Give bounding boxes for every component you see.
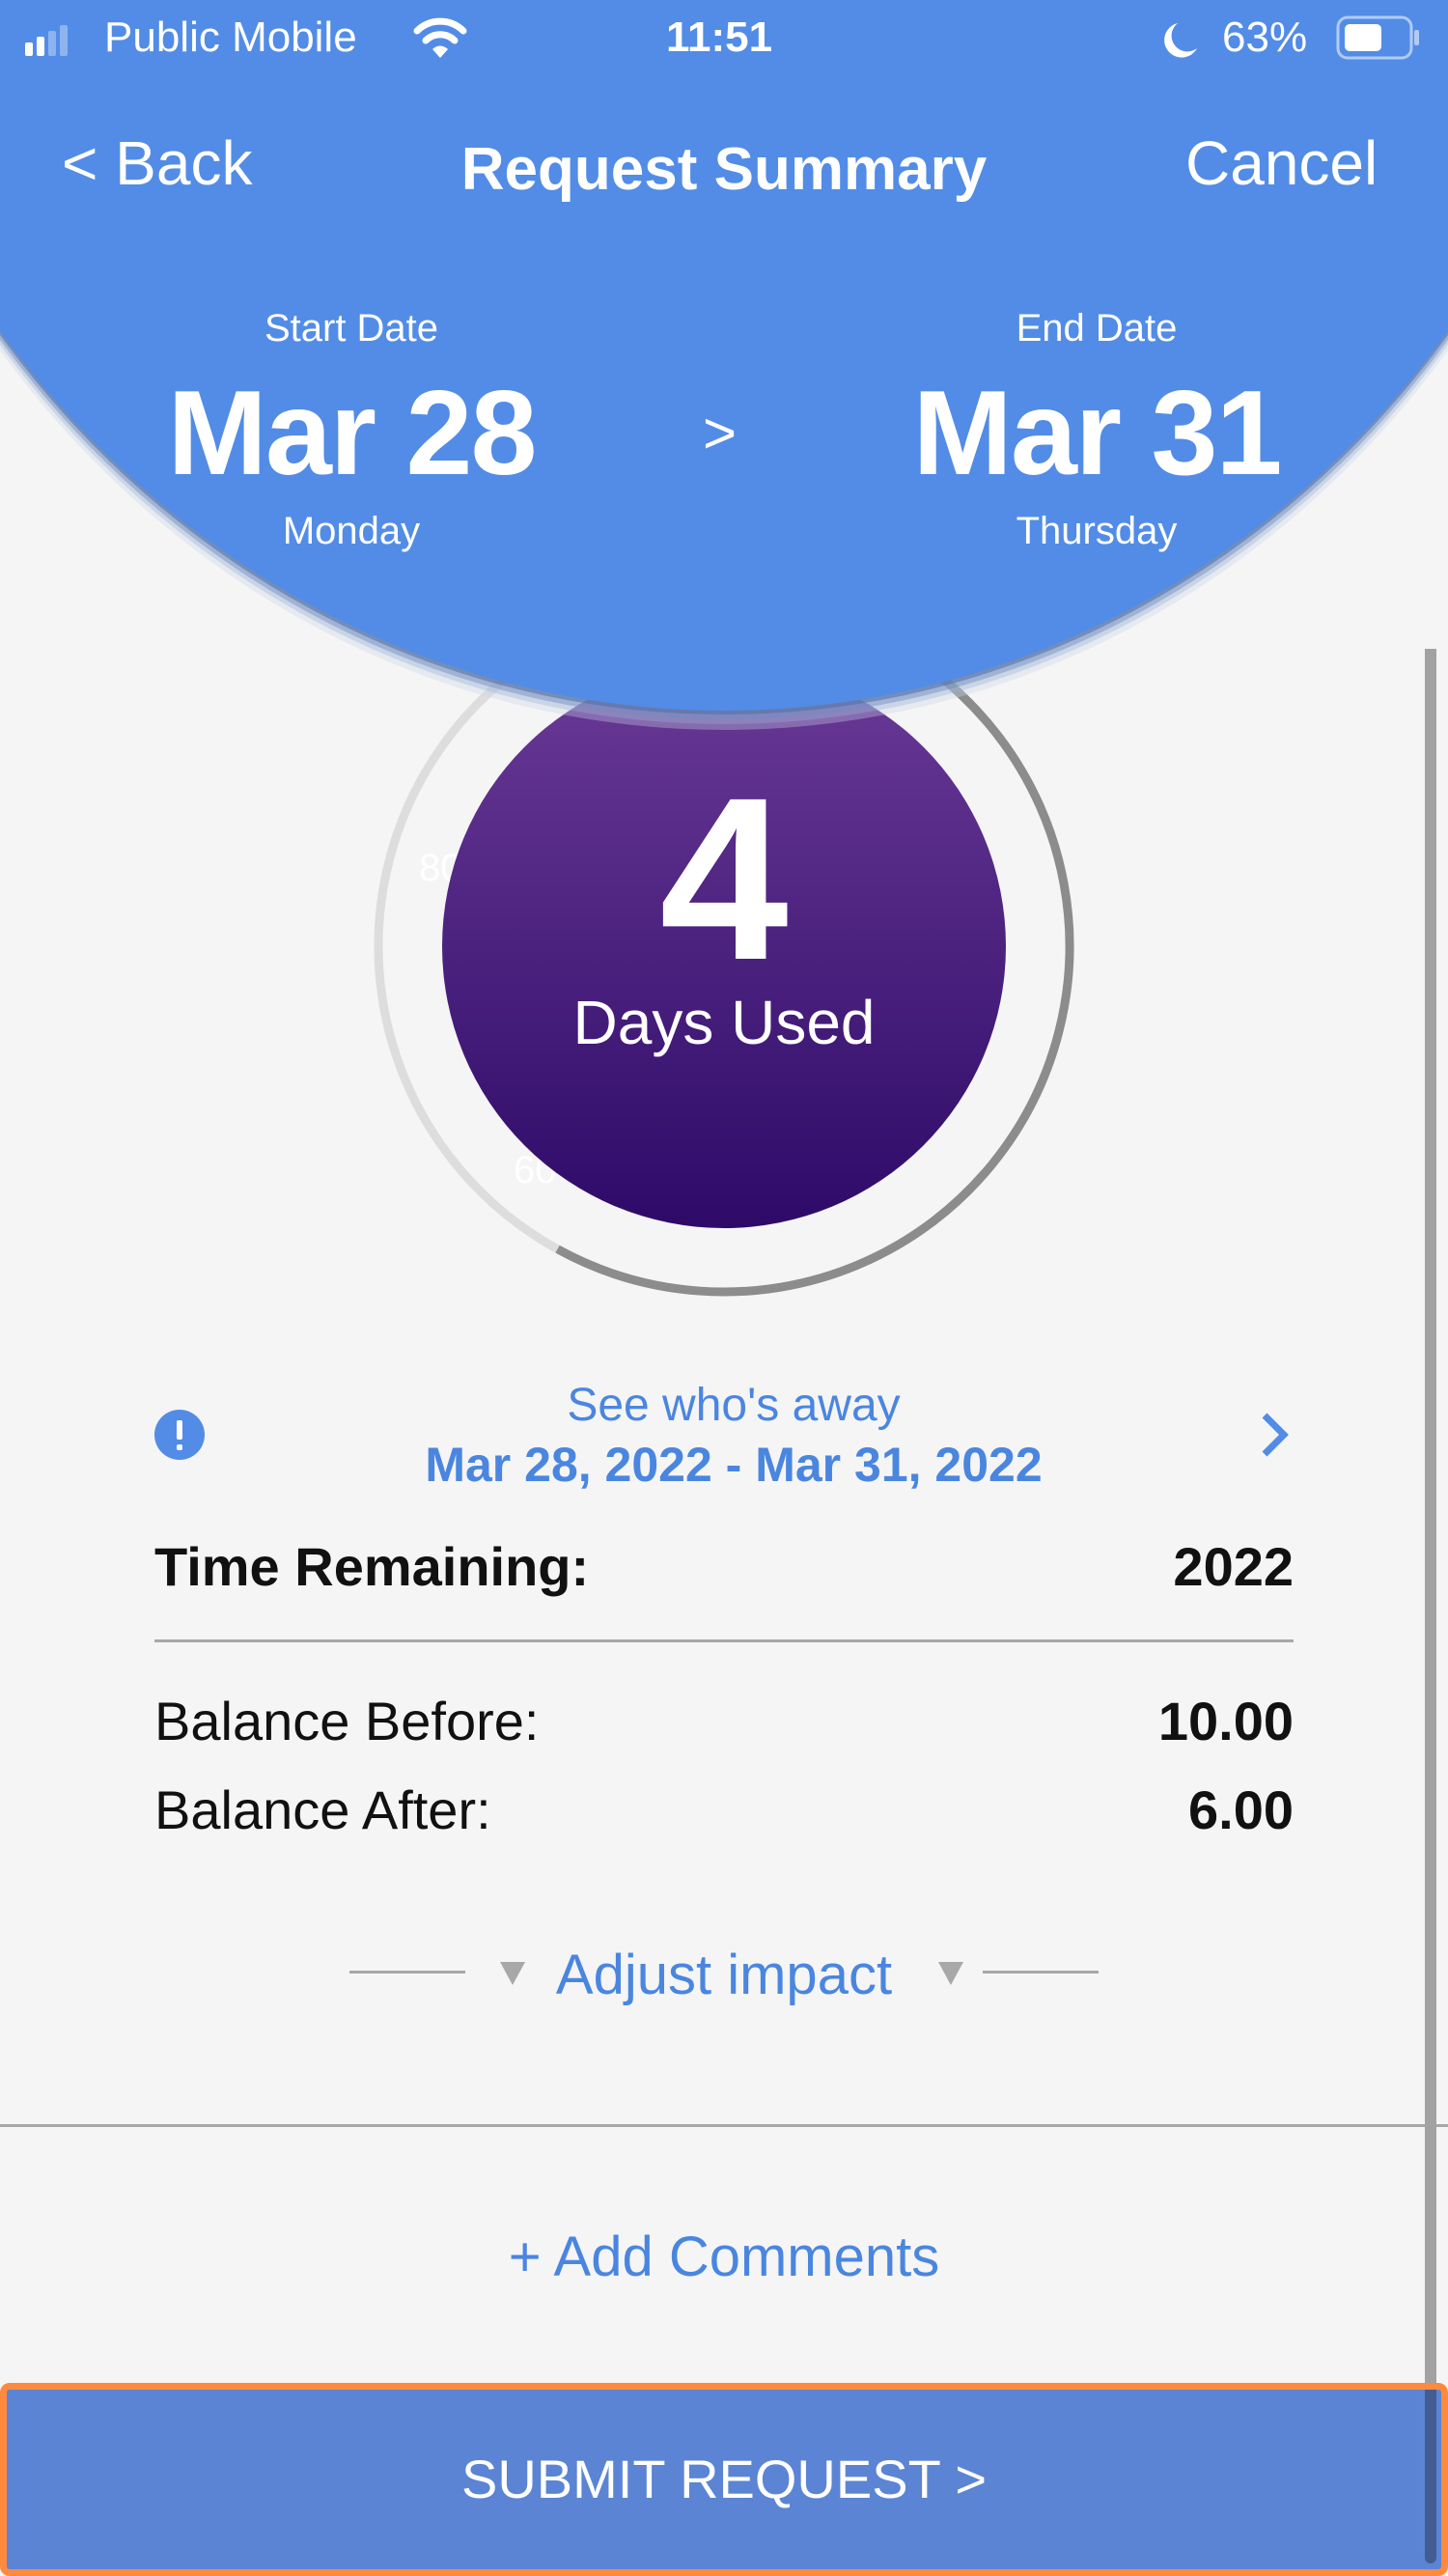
header-background: [0, 0, 1448, 711]
whos-away-row[interactable]: See who's away Mar 28, 2022 - Mar 31, 20…: [145, 1371, 1303, 1506]
start-day: Monday: [282, 510, 421, 552]
divider: [154, 1639, 1294, 1642]
carrier-name: Public Mobile: [104, 14, 357, 61]
time-remaining-label: Time Remaining:: [154, 1536, 590, 1597]
days-used-count: 4: [659, 749, 789, 1008]
balance-after-value: 6.00: [1188, 1779, 1294, 1840]
battery-icon: [1336, 15, 1423, 65]
scrollbar-thumb: [1425, 2390, 1436, 2563]
end-date[interactable]: Mar 31: [807, 365, 1386, 502]
do-not-disturb-moon-icon: [1164, 21, 1199, 65]
time-remaining-value: 2022: [1173, 1536, 1294, 1597]
date-range-arrow: >: [703, 401, 738, 465]
scrollbar[interactable]: [1425, 649, 1436, 2387]
end-day: Thursday: [1016, 510, 1178, 552]
balance-before-value: 10.00: [1157, 1691, 1294, 1751]
whos-away-range: Mar 28, 2022 - Mar 31, 2022: [425, 1438, 1043, 1492]
days-used-label: Days Used: [572, 988, 876, 1057]
adjust-impact-right-line: [983, 1971, 1099, 1974]
balance-after-label: Balance After:: [154, 1779, 491, 1840]
start-date-label: Start Date: [264, 307, 439, 350]
start-date[interactable]: Mar 28: [62, 365, 641, 502]
balance-before-label: Balance Before:: [154, 1691, 540, 1751]
add-comments-button[interactable]: + Add Comments: [0, 2225, 1448, 2289]
adjust-impact-toggle[interactable]: Adjust impact: [0, 1943, 1448, 2007]
whos-away-title: See who's away: [567, 1380, 901, 1431]
clock: 11:51: [666, 14, 773, 61]
signal-icon: [25, 25, 70, 58]
cancel-button[interactable]: Cancel: [1185, 127, 1378, 199]
section-divider: [0, 2124, 1448, 2127]
battery-percent: 63%: [1222, 14, 1308, 61]
chevron-right-icon: [1259, 1412, 1290, 1463]
wifi-icon: [413, 15, 467, 65]
end-date-label: End Date: [1016, 307, 1178, 350]
triangle-down-icon: [936, 1960, 965, 1992]
submit-request-button[interactable]: SUBMIT REQUEST >: [0, 2383, 1448, 2576]
